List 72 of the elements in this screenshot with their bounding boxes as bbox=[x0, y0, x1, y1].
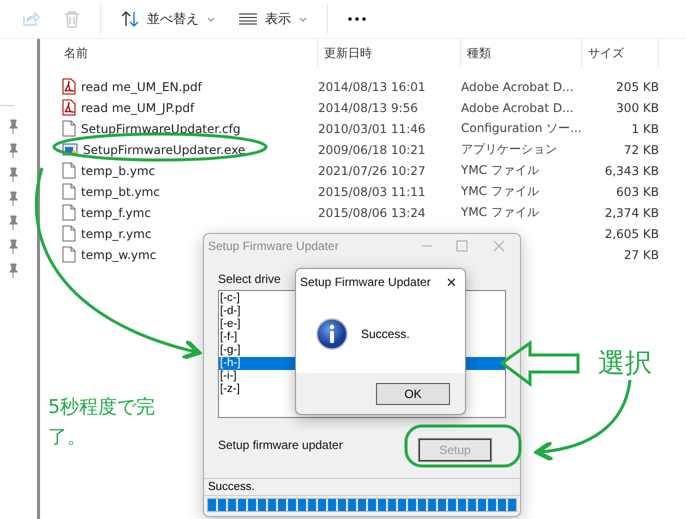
modified-date: 2015/08/06 13:24 bbox=[318, 206, 427, 220]
modified-date: 2010/03/01 11:46 bbox=[318, 122, 427, 136]
share-icon bbox=[22, 11, 40, 27]
pin-icon[interactable] bbox=[6, 143, 18, 159]
message-text: Success. bbox=[361, 327, 410, 341]
file-type: Adobe Acrobat D... bbox=[461, 80, 575, 94]
pin-icon[interactable] bbox=[6, 215, 18, 231]
select-drive-label: Select drive bbox=[218, 272, 281, 286]
file-name[interactable]: SetupFirmwareUpdater.cfg bbox=[81, 122, 240, 136]
divider-line bbox=[0, 105, 14, 106]
file-type: YMC ファイル bbox=[461, 162, 540, 179]
file-icon bbox=[62, 204, 76, 221]
view-button[interactable]: 表示 bbox=[229, 4, 317, 34]
done-note: 5秒程度で完了。 bbox=[48, 395, 156, 450]
chevron-down-icon bbox=[207, 16, 215, 22]
file-size: 603 KB bbox=[615, 184, 659, 198]
window-title: Setup Firmware Updater bbox=[208, 239, 339, 253]
file-size: 2,605 KB bbox=[604, 226, 659, 240]
file-type: アプリケーション bbox=[461, 141, 558, 158]
column-header[interactable]: 更新日時 bbox=[318, 39, 461, 67]
file-icon bbox=[62, 225, 76, 242]
modified-date: 2014/08/13 9:56 bbox=[318, 100, 419, 114]
file-type: Adobe Acrobat D... bbox=[461, 100, 575, 114]
file-size: 1 KB bbox=[630, 122, 659, 136]
message-box-title: Setup Firmware Updater bbox=[300, 275, 431, 289]
file-size: 300 KB bbox=[615, 100, 659, 114]
modified-date: 2015/08/03 11:11 bbox=[318, 184, 427, 198]
file-name[interactable]: temp_b.ymc bbox=[81, 164, 156, 178]
close-button[interactable]: ✕ bbox=[446, 274, 457, 290]
file-name[interactable]: temp_bt.ymc bbox=[81, 184, 160, 198]
setup-label: Setup firmware updater bbox=[218, 438, 343, 452]
file-name[interactable]: temp_r.ymc bbox=[81, 226, 152, 240]
file-icon bbox=[62, 162, 76, 179]
pin-icon[interactable] bbox=[6, 239, 18, 255]
sort-arrows-icon bbox=[121, 10, 139, 28]
column-header[interactable]: 種類 bbox=[461, 39, 582, 67]
trash-icon bbox=[64, 10, 80, 28]
column-header[interactable]: サイズ bbox=[582, 39, 659, 67]
file-size: 205 KB bbox=[615, 80, 659, 94]
sort-button[interactable]: 並べ替え bbox=[111, 4, 225, 34]
file-size: 72 KB bbox=[622, 142, 659, 156]
file-icon bbox=[62, 183, 76, 200]
file-name[interactable]: SetupFirmwareUpdater.exe bbox=[83, 142, 246, 156]
pin-icon[interactable] bbox=[6, 263, 18, 279]
info-icon bbox=[316, 318, 348, 350]
modified-date: 2021/07/26 10:27 bbox=[318, 164, 427, 178]
file-size: 27 KB bbox=[622, 248, 659, 262]
list-lines-icon bbox=[239, 13, 257, 25]
file-name[interactable]: read me_UM_JP.pdf bbox=[81, 100, 194, 114]
more-icon bbox=[348, 17, 366, 21]
file-icon bbox=[62, 246, 76, 263]
ok-button[interactable]: OK bbox=[376, 382, 450, 404]
modified-date: 2014/08/13 16:01 bbox=[318, 80, 427, 94]
pin-icon[interactable] bbox=[6, 167, 18, 183]
select-note: 選択 bbox=[598, 347, 652, 381]
file-size: 2,374 KB bbox=[604, 206, 659, 220]
status-text: Success. bbox=[204, 478, 520, 496]
file-name[interactable]: temp_f.ymc bbox=[81, 206, 151, 220]
file-size: 6,343 KB bbox=[604, 164, 659, 178]
file-type: YMC ファイル bbox=[461, 204, 540, 221]
file-name[interactable]: temp_w.ymc bbox=[81, 248, 156, 262]
chevron-down-icon bbox=[299, 16, 307, 22]
pdf-file-icon bbox=[62, 78, 76, 95]
file-icon bbox=[62, 120, 76, 137]
file-type: YMC ファイル bbox=[461, 183, 540, 200]
pin-icon[interactable] bbox=[6, 191, 18, 207]
file-name[interactable]: read me_UM_EN.pdf bbox=[81, 80, 202, 94]
pin-icon[interactable] bbox=[6, 119, 18, 135]
modified-date: 2009/06/18 10:21 bbox=[318, 142, 427, 156]
column-header[interactable]: 名前 bbox=[58, 39, 318, 67]
file-type: Configuration ソー... bbox=[461, 120, 582, 137]
pdf-file-icon bbox=[62, 99, 76, 116]
